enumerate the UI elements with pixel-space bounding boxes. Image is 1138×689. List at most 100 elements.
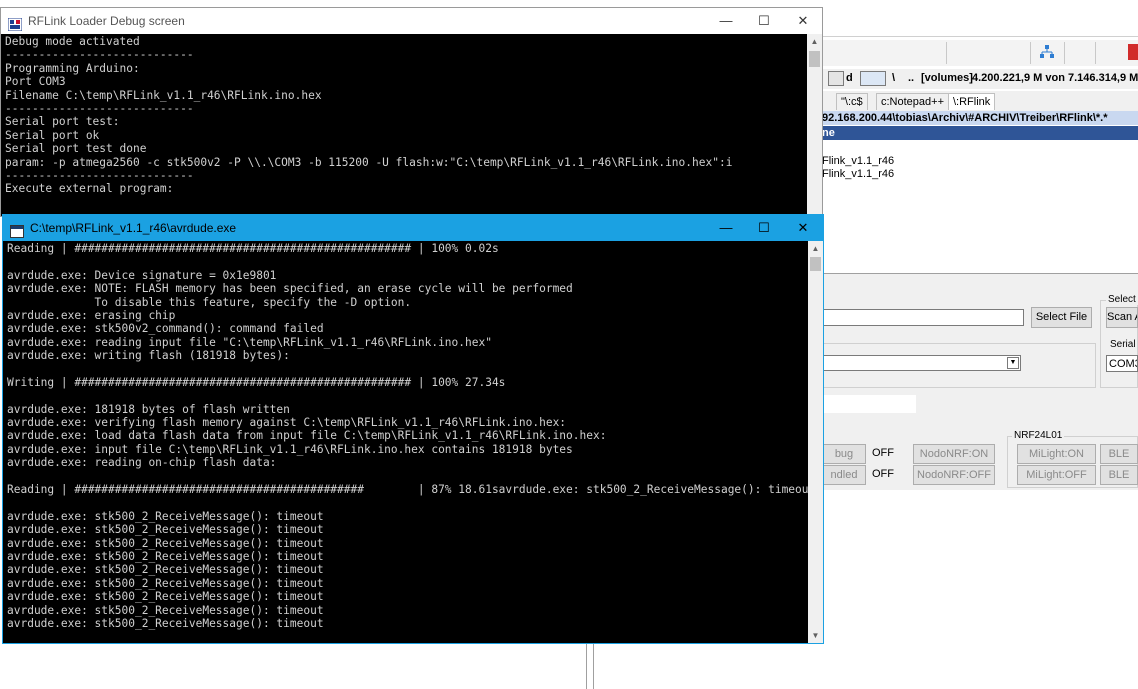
minimize-button[interactable]: — [707,215,745,241]
free-space-text: 4.200.221,9 M von 7.146.314,9 M [972,72,1138,84]
folder-tabs: "\:c$ c:Notepad++ \:RFlink [822,91,1138,112]
serial-port-field[interactable]: COM3 [1106,355,1138,372]
console-line: avrdude.exe: stk500_2_ReceiveMessage(): … [7,549,324,563]
window-divider [586,640,587,689]
maximize-button[interactable]: ☐ [745,8,783,34]
debug-state: OFF [872,447,894,459]
console-line: avrdude.exe: erasing chip [7,308,176,322]
console-line: Serial port ok [5,128,100,142]
console-line: Debug mode activated [5,35,140,48]
root-separator[interactable]: \ [892,72,895,84]
current-path: 92.168.200.44\tobias\Archiv\#ARCHIV\Trei… [822,111,1138,125]
console-line: ---------------------------- [5,168,194,182]
tab-notepad[interactable]: c:Notepad++ [876,93,949,110]
avrdude-scrollbar[interactable]: ▲ ▼ [808,241,823,643]
avrdude-window-titlebar[interactable]: C:\temp\RFLink_v1.1_r46\avrdude.exe — ☐ … [3,215,823,241]
console-line: ---------------------------- [5,48,194,62]
console-line: avrdude.exe: stk500_2_ReceiveMessage(): … [7,563,324,577]
scroll-down-icon[interactable]: ▼ [808,628,823,643]
handled-state: OFF [872,468,894,480]
debug-window[interactable]: RFLink Loader Debug screen — ☐ ✕ Debug m… [0,7,823,217]
debug-console-output: Debug mode activated --------------------… [1,35,807,217]
console-line: avrdude.exe: stk500_2_ReceiveMessage(): … [7,603,324,617]
console-icon [10,221,24,238]
ble-button[interactable]: BLE [1100,444,1138,464]
console-line: avrdude.exe: stk500v2_command(): command… [7,322,324,336]
console-line: param: -p atmega2560 -c stk500v2 -P \\.\… [5,155,733,169]
console-line: Serial port test done [5,142,147,156]
nodo-nrf-off-button[interactable]: NodoNRF:OFF [913,465,995,485]
app-icon [7,14,23,32]
console-line: avrdude.exe: input file C:\temp\RFLink_v… [7,442,573,456]
console-line: avrdude.exe: verifying flash memory agai… [7,416,567,430]
console-line: avrdude.exe: Device signature = 0x1e9801 [7,268,277,282]
volumes-label: [volumes] [921,72,973,84]
delete-icon[interactable] [1128,44,1138,60]
debug-window-titlebar[interactable]: RFLink Loader Debug screen — ☐ ✕ [1,8,822,34]
avrdude-console-output: Reading | ##############################… [3,242,808,643]
file-list-item[interactable]: Flink_v1.1_r46 [822,155,894,167]
debug-scrollbar[interactable]: ▲ [807,34,822,217]
minimize-button[interactable]: — [707,8,745,34]
name-column-header[interactable]: ne [822,126,1138,140]
toolbar [820,40,1138,66]
scroll-up-icon[interactable]: ▲ [808,241,823,256]
file-path-field[interactable] [822,309,1024,326]
toolbar-separator [946,42,947,64]
toolbar-border [822,36,1138,37]
scroll-thumb[interactable] [810,257,821,271]
window-divider [593,640,594,689]
console-line: avrdude.exe: 181918 bytes of flash writt… [7,402,290,416]
milight-off-button[interactable]: MiLight:OFF [1017,465,1096,485]
drive-label: d [846,72,853,84]
parent-dir[interactable]: .. [908,72,914,84]
milight-on-button[interactable]: MiLight:ON [1017,444,1096,464]
toolbar-separator [1095,42,1096,64]
console-line: Reading | ##############################… [7,242,499,255]
status-field [822,395,916,413]
tab-c-share[interactable]: "\:c$ [836,93,868,110]
console-line: avrdude.exe: reading on-chip flash data: [7,456,277,470]
debug-button[interactable]: bug [822,444,866,464]
console-line: Serial port test: [5,115,120,129]
serial-port-label: Serial P [1110,339,1138,350]
console-line: avrdude.exe: reading input file "C:\temp… [7,335,492,349]
ble-button[interactable]: BLE [1100,465,1138,485]
select-group-label: Select S [1106,294,1138,305]
network-icon[interactable] [1040,45,1054,59]
console-line: avrdude.exe: stk500_2_ReceiveMessage(): … [7,536,324,550]
port-dropdown[interactable]: ▼ [822,355,1021,371]
scroll-up-icon[interactable]: ▲ [807,34,822,49]
console-line: Filename C:\temp\RFLink_v1.1_r46\RFLink.… [5,88,322,102]
console-line: avrdude.exe: stk500_2_ReceiveMessage(): … [7,509,324,523]
maximize-button[interactable]: ☐ [745,215,783,241]
scan-button[interactable]: Scan A [1106,307,1138,328]
console-line: avrdude.exe: stk500_2_ReceiveMessage(): … [7,590,324,604]
close-button[interactable]: ✕ [784,8,822,34]
drive-icon[interactable] [828,71,844,86]
handled-button[interactable]: ndled [822,465,866,485]
nrf24l01-label: NRF24L01 [1012,430,1065,441]
scroll-thumb[interactable] [809,51,820,67]
network-drive-icon[interactable] [860,71,886,86]
close-button[interactable]: ✕ [784,215,822,241]
chevron-down-icon[interactable]: ▼ [1007,357,1019,369]
console-line: avrdude.exe: stk500_2_ReceiveMessage(): … [7,576,324,590]
console-line: Execute external program: [5,182,174,196]
console-line: avrdude.exe: load data flash data from i… [7,429,607,443]
select-file-button[interactable]: Select File [1031,307,1092,328]
tab-rflink[interactable]: \:RFlink [948,93,996,110]
file-list-item[interactable]: Flink_v1.1_r46 [822,168,894,180]
drive-path-bar: d \ .. [volumes] 4.200.221,9 M von 7.146… [822,69,1138,89]
toolbar-separator [1030,42,1031,64]
avrdude-window[interactable]: C:\temp\RFLink_v1.1_r46\avrdude.exe — ☐ … [2,214,824,644]
console-line: avrdude.exe: stk500_2_ReceiveMessage(): … [7,523,324,537]
console-line: ---------------------------- [5,101,194,115]
nodo-nrf-on-button[interactable]: NodoNRF:ON [913,444,995,464]
console-line: Programming Arduino: [5,61,140,75]
